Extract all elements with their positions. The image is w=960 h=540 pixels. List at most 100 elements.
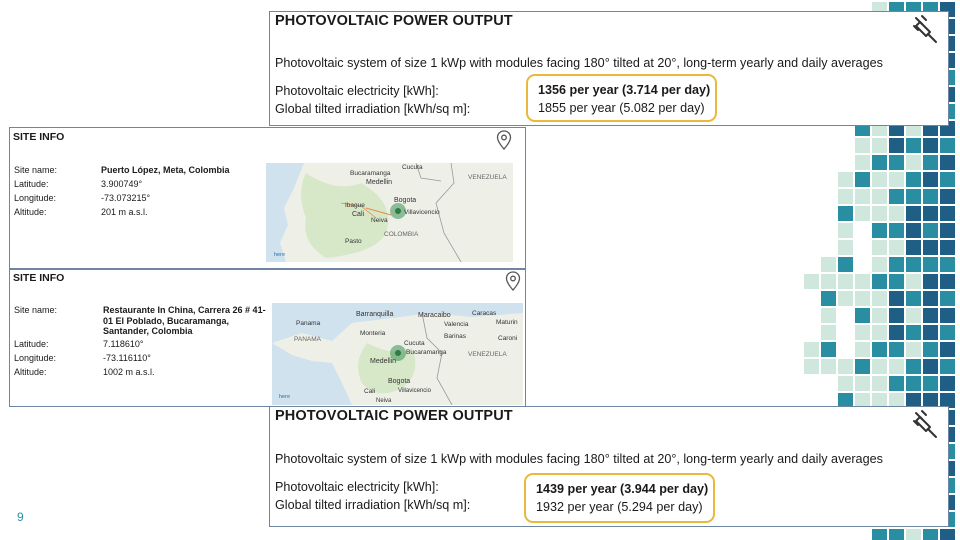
mosaic-tile <box>821 308 836 323</box>
map-label: Cali <box>364 388 375 395</box>
mosaic-tile <box>855 291 870 306</box>
mosaic-tile <box>872 529 887 540</box>
mosaic-tile <box>855 189 870 204</box>
mosaic-tile <box>906 189 921 204</box>
mosaic-tile <box>889 155 904 170</box>
mosaic-tile <box>838 240 853 255</box>
mosaic-tile <box>872 138 887 153</box>
pv-output-panel-bottom: PHOTOVOLTAIC POWER OUTPUT Photovoltaic s… <box>269 406 949 527</box>
mosaic-tile <box>889 138 904 153</box>
mosaic-tile <box>872 206 887 221</box>
altitude-label: Altitude: <box>14 207 47 217</box>
mosaic-tile <box>855 206 870 221</box>
mosaic-tile <box>872 325 887 340</box>
mosaic-tile <box>923 155 938 170</box>
site-name-label: Site name: <box>14 165 58 175</box>
irradiation-value: 1855 per year (5.082 per day) <box>538 101 705 115</box>
mosaic-tile <box>855 138 870 153</box>
irradiation-value: 1932 per year (5.294 per day) <box>536 500 703 514</box>
mosaic-tile <box>855 342 870 357</box>
mosaic-tile <box>940 189 955 204</box>
location-pin-icon <box>496 130 512 150</box>
site-map-2[interactable]: Barranquilla Maracaibo Caracas Panama Va… <box>272 303 523 405</box>
mosaic-tile <box>889 257 904 272</box>
mosaic-tile <box>838 291 853 306</box>
map-label: Pasto <box>345 238 362 245</box>
site-name-label: Site name: <box>14 305 58 315</box>
mosaic-tile <box>855 155 870 170</box>
map-label: VENEZUELA <box>468 174 507 181</box>
map-label: Monteria <box>360 330 386 337</box>
longitude-label: Longitude: <box>14 353 57 363</box>
plug-icon <box>913 15 937 43</box>
plug-icon <box>913 410 937 438</box>
pv-output-title: PHOTOVOLTAIC POWER OUTPUT <box>275 408 513 424</box>
mosaic-tile <box>906 172 921 187</box>
mosaic-tile <box>821 359 836 374</box>
mosaic-tile <box>872 376 887 391</box>
mosaic-tile <box>906 529 921 540</box>
map-brand-logo: here <box>279 394 290 400</box>
mosaic-tile <box>923 274 938 289</box>
site-map-1[interactable]: Bucaramanga Cucuta Medellin Bogota Ibagu… <box>266 163 513 262</box>
mosaic-tile <box>923 308 938 323</box>
longitude-label: Longitude: <box>14 193 57 203</box>
mosaic-tile <box>889 342 904 357</box>
mosaic-tile <box>838 274 853 289</box>
mosaic-tile <box>889 172 904 187</box>
mosaic-tile <box>889 308 904 323</box>
altitude-value: 201 m a.s.l. <box>101 207 148 217</box>
site-info-panel-1: SITE INFO Site name: Puerto López, Meta,… <box>9 127 526 269</box>
pv-output-panel-top: PHOTOVOLTAIC POWER OUTPUT Photovoltaic s… <box>269 11 949 126</box>
mosaic-tile <box>906 291 921 306</box>
page-number: 9 <box>17 510 24 524</box>
mosaic-tile <box>872 172 887 187</box>
map-label: Villavicencio <box>398 388 432 394</box>
mosaic-tile <box>940 529 955 540</box>
longitude-value: -73.116110° <box>103 353 151 363</box>
mosaic-tile <box>855 325 870 340</box>
mosaic-tile <box>804 342 819 357</box>
mosaic-tile <box>923 189 938 204</box>
mosaic-tile <box>906 274 921 289</box>
mosaic-tile <box>872 223 887 238</box>
mosaic-tile <box>821 274 836 289</box>
mosaic-tile <box>889 274 904 289</box>
mosaic-tile <box>838 223 853 238</box>
mosaic-tile <box>923 376 938 391</box>
longitude-value: -73.073215° <box>101 193 151 203</box>
site-info-title: SITE INFO <box>13 131 65 143</box>
pv-system-description: Photovoltaic system of size 1 kWp with m… <box>275 56 883 70</box>
map-label: PANAMA <box>294 336 322 343</box>
mosaic-tile <box>821 291 836 306</box>
mosaic-tile <box>889 189 904 204</box>
map-label: Cucuta <box>402 164 423 171</box>
map-label: Villavicencio <box>404 209 440 216</box>
mosaic-tile <box>804 274 819 289</box>
mosaic-tile <box>923 223 938 238</box>
site-name-value: Restaurante In China, Carrera 26 # 41-01… <box>103 305 266 336</box>
mosaic-tile <box>855 359 870 374</box>
mosaic-tile <box>872 189 887 204</box>
pv-electricity-label: Photovoltaic electricity [kWh]: <box>275 480 439 494</box>
mosaic-tile <box>940 138 955 153</box>
mosaic-tile <box>906 325 921 340</box>
mosaic-tile <box>940 257 955 272</box>
mosaic-tile <box>923 291 938 306</box>
map-label: Bucaramanga <box>350 170 391 177</box>
map-label: Bogota <box>394 197 416 204</box>
mosaic-tile <box>906 240 921 255</box>
mosaic-tile <box>889 291 904 306</box>
mosaic-tile <box>923 325 938 340</box>
mosaic-tile <box>872 359 887 374</box>
mosaic-tile <box>889 206 904 221</box>
mosaic-tile <box>838 359 853 374</box>
mosaic-tile <box>923 240 938 255</box>
map-brand-logo: here <box>274 252 285 258</box>
pv-electricity-value: 1356 per year (3.714 per day) <box>538 83 711 97</box>
mosaic-tile <box>906 223 921 238</box>
mosaic-tile <box>838 172 853 187</box>
map-label: Cucuta <box>404 340 425 347</box>
altitude-value: 1002 m a.s.l. <box>103 367 155 377</box>
mosaic-tile <box>940 359 955 374</box>
